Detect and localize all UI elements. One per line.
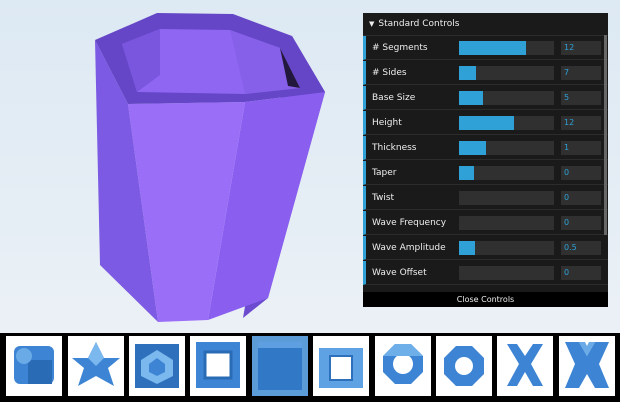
- control-slider[interactable]: [459, 41, 554, 55]
- control-row: Base Size 5: [363, 86, 608, 110]
- control-slider[interactable]: [459, 266, 554, 280]
- shape-thumbnail-strip: [0, 333, 620, 402]
- slider-fill: [459, 166, 474, 180]
- control-row: # Segments 12: [363, 36, 608, 60]
- control-label: Height: [372, 118, 402, 128]
- control-label: # Segments: [372, 43, 428, 53]
- control-label: Taper: [372, 168, 397, 178]
- thumb-hollow-cube[interactable]: [190, 336, 246, 396]
- panel-title: Standard Controls: [378, 19, 460, 29]
- control-value-input[interactable]: 0: [561, 191, 601, 205]
- control-slider[interactable]: [459, 241, 554, 255]
- thumb-x-shape[interactable]: [497, 336, 553, 396]
- controls-list: # Segments 12 # Sides 7 Base Size 5 Height 12 Th…: [363, 36, 608, 285]
- shape-preview-icon: [72, 342, 120, 386]
- slider-fill: [459, 241, 475, 255]
- close-controls-button[interactable]: Close Controls: [363, 292, 608, 307]
- shape-preview-icon: [196, 342, 240, 388]
- thumb-rounded-block[interactable]: [6, 336, 62, 396]
- heptagonal-vase-model: [95, 13, 325, 322]
- thumb-round-ring[interactable]: [436, 336, 492, 396]
- control-value-input[interactable]: 1: [561, 141, 601, 155]
- control-label: Base Size: [372, 93, 416, 103]
- control-value-input[interactable]: 0: [561, 216, 601, 230]
- control-slider[interactable]: [459, 166, 554, 180]
- slider-fill: [459, 41, 526, 55]
- slider-fill: [459, 116, 514, 130]
- thumb-hex-hollow[interactable]: [129, 336, 185, 396]
- control-row: Height 12: [363, 111, 608, 135]
- control-value-input[interactable]: 7: [561, 66, 601, 80]
- panel-title-bar[interactable]: ▼ Standard Controls: [363, 13, 608, 36]
- shape-preview-icon: [444, 346, 484, 386]
- thumb-octagon-ring[interactable]: [375, 336, 431, 396]
- thumb-square-frame[interactable]: [313, 336, 369, 396]
- control-value-input[interactable]: 12: [561, 41, 601, 55]
- control-slider[interactable]: [459, 66, 554, 80]
- control-row: Wave Amplitude 0.5: [363, 236, 608, 260]
- control-value-input[interactable]: 0: [561, 266, 601, 280]
- shape-preview-icon: [14, 346, 54, 384]
- control-value-input[interactable]: 0: [561, 166, 601, 180]
- control-slider[interactable]: [459, 116, 554, 130]
- control-row: Taper 0: [363, 161, 608, 185]
- control-label: Wave Frequency: [372, 218, 447, 228]
- shape-preview-icon: [319, 348, 363, 388]
- control-value-input[interactable]: 12: [561, 116, 601, 130]
- control-slider[interactable]: [459, 91, 554, 105]
- controls-panel: ▼ Standard Controls # Segments 12 # Sides 7 B…: [363, 13, 608, 307]
- control-label: Twist: [372, 193, 395, 203]
- panel-scrollbar[interactable]: [604, 35, 607, 235]
- control-label: Thickness: [372, 143, 417, 153]
- slider-fill: [459, 141, 486, 155]
- control-slider[interactable]: [459, 216, 554, 230]
- thumb-solid-cube[interactable]: [252, 336, 308, 396]
- thumb-cross-star[interactable]: [68, 336, 124, 396]
- shape-preview-icon: [383, 344, 423, 384]
- shape-preview-icon: [565, 342, 609, 388]
- control-row: Twist 0: [363, 186, 608, 210]
- control-label: # Sides: [372, 68, 407, 78]
- control-value-input[interactable]: 0.5: [561, 241, 601, 255]
- slider-fill: [459, 66, 476, 80]
- shape-preview-icon: [507, 344, 543, 386]
- control-slider[interactable]: [459, 191, 554, 205]
- control-row: Wave Offset 0: [363, 261, 608, 285]
- thumb-x-block[interactable]: [559, 336, 615, 396]
- control-label: Wave Offset: [372, 268, 427, 278]
- control-slider[interactable]: [459, 141, 554, 155]
- control-row: Thickness 1: [363, 136, 608, 160]
- control-row: # Sides 7: [363, 61, 608, 85]
- shape-preview-icon: [135, 344, 179, 388]
- shape-preview-icon: [258, 342, 302, 390]
- control-row: Wave Frequency 0: [363, 211, 608, 235]
- caret-down-icon: ▼: [369, 20, 375, 28]
- control-label: Wave Amplitude: [372, 243, 446, 253]
- slider-fill: [459, 91, 483, 105]
- control-value-input[interactable]: 5: [561, 91, 601, 105]
